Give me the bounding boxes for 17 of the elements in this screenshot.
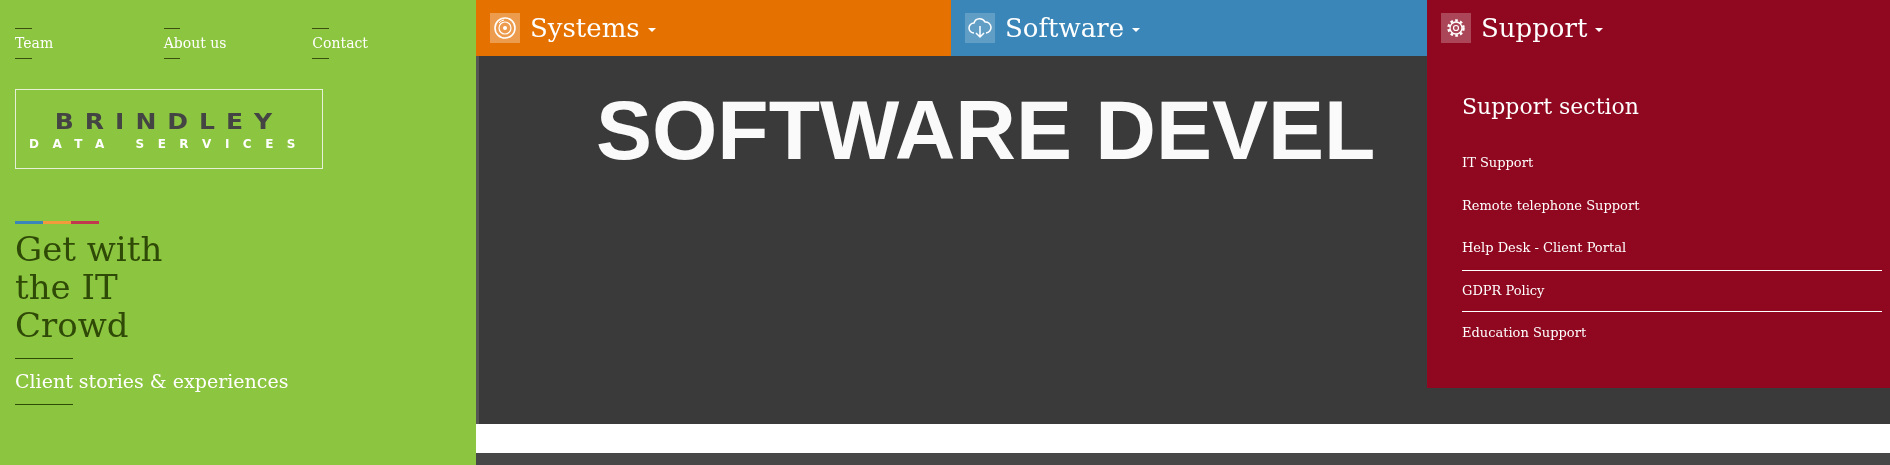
- menu-tab[interactable]: Systems: [476, 0, 951, 56]
- headline: Get with the IT Crowd: [15, 230, 164, 344]
- dropdown-item[interactable]: Education Support: [1462, 312, 1882, 355]
- menu-tab[interactable]: Software: [951, 0, 1427, 56]
- cloud-download-icon: [965, 13, 995, 43]
- dropdown-item[interactable]: GDPR Policy: [1462, 269, 1882, 313]
- gear-icon: [1441, 13, 1471, 43]
- dropdown-item[interactable]: IT Support: [1462, 142, 1882, 185]
- dropdown-title: Support section: [1462, 94, 1640, 121]
- dropdown-item[interactable]: Remote telephone Support: [1462, 184, 1882, 228]
- caret-icon: [647, 28, 656, 32]
- caret-icon: [1595, 28, 1604, 32]
- menu-tab[interactable]: Support: [1427, 0, 1890, 56]
- dropdown-item[interactable]: Help Desk - Client Portal: [1462, 227, 1882, 270]
- banner-title: SOFTWARE DEVEL: [596, 88, 1376, 172]
- caret-icon: [1132, 28, 1141, 32]
- logo[interactable]: BRINDLEY DATA SERVICES: [15, 89, 323, 169]
